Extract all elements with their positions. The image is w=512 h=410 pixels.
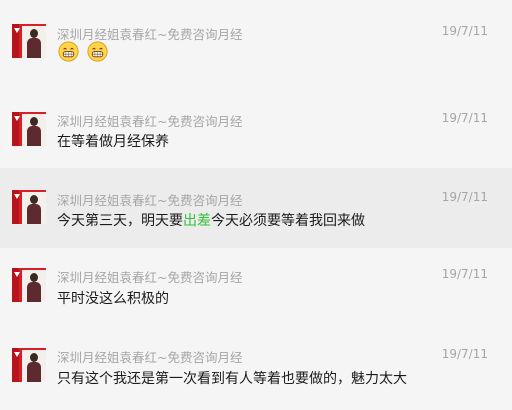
sender-name[interactable]: 深圳月经姐袁春红~免费咨询月经 (57, 24, 242, 43)
message-text: 只有这个我还是第一次看到有人等着也要做的，魅力太大 (57, 371, 407, 387)
message-time: 19/7/11 (441, 267, 488, 281)
avatar-person-body (27, 362, 41, 382)
chat-message: 深圳月经姐袁春红~免费咨询月经 19/7/11 只有这个我还是第一次看到有人等着… (0, 328, 512, 410)
highlighted-keyword: 出差 (183, 213, 211, 229)
avatar[interactable] (12, 348, 46, 382)
sender-name[interactable]: 深圳月经姐袁春红~免费咨询月经 (57, 111, 242, 130)
chat-message: 深圳月经姐袁春红~免费咨询月经 19/7/11 (0, 0, 512, 84)
avatar-person-head (30, 273, 38, 282)
avatar-person-head (30, 117, 38, 126)
sender-name[interactable]: 深圳月经姐袁春红~免费咨询月经 (57, 190, 242, 209)
avatar[interactable] (12, 268, 46, 302)
chat-message: 深圳月经姐袁春红~免费咨询月经 19/7/11 平时没这么积极的 (0, 248, 512, 328)
avatar-person-body (27, 204, 41, 224)
message-text: 在等着做月经保养 (57, 134, 169, 150)
message-time: 19/7/11 (441, 111, 488, 125)
avatar-person-head (30, 353, 38, 362)
avatar-person-head (30, 195, 38, 204)
avatar-person-body (27, 126, 41, 146)
brand-logo-icon (14, 28, 20, 33)
message-text: 平时没这么积极的 (57, 291, 169, 307)
avatar-person-body (27, 38, 41, 58)
avatar[interactable] (12, 190, 46, 224)
message-text: 今天第三天，明天要出差今天必须要等着我回来做 (57, 210, 365, 230)
sender-name[interactable]: 深圳月经姐袁春红~免费咨询月经 (57, 347, 242, 366)
grin-emoji-icon (87, 41, 108, 62)
brand-logo-icon (14, 116, 20, 121)
brand-logo-icon (14, 272, 20, 277)
chat-message-highlighted: 深圳月经姐袁春红~免费咨询月经 19/7/11 今天第三天，明天要出差今天必须要… (0, 168, 512, 248)
avatar-person-head (30, 29, 38, 38)
message-text-part: 今天第三天，明天要 (57, 213, 183, 229)
message-time: 19/7/11 (441, 24, 488, 38)
brand-logo-icon (14, 194, 20, 199)
message-text-part: 今天必须要等着我回来做 (211, 213, 365, 229)
message-time: 19/7/11 (441, 190, 488, 204)
message-time: 19/7/11 (441, 347, 488, 361)
avatar[interactable] (12, 24, 46, 58)
sender-name[interactable]: 深圳月经姐袁春红~免费咨询月经 (57, 267, 242, 286)
grin-emoji-icon (58, 41, 79, 62)
avatar[interactable] (12, 112, 46, 146)
chat-message: 深圳月经姐袁春红~免费咨询月经 19/7/11 在等着做月经保养 (0, 84, 512, 168)
avatar-person-body (27, 282, 41, 302)
brand-logo-icon (14, 352, 20, 357)
